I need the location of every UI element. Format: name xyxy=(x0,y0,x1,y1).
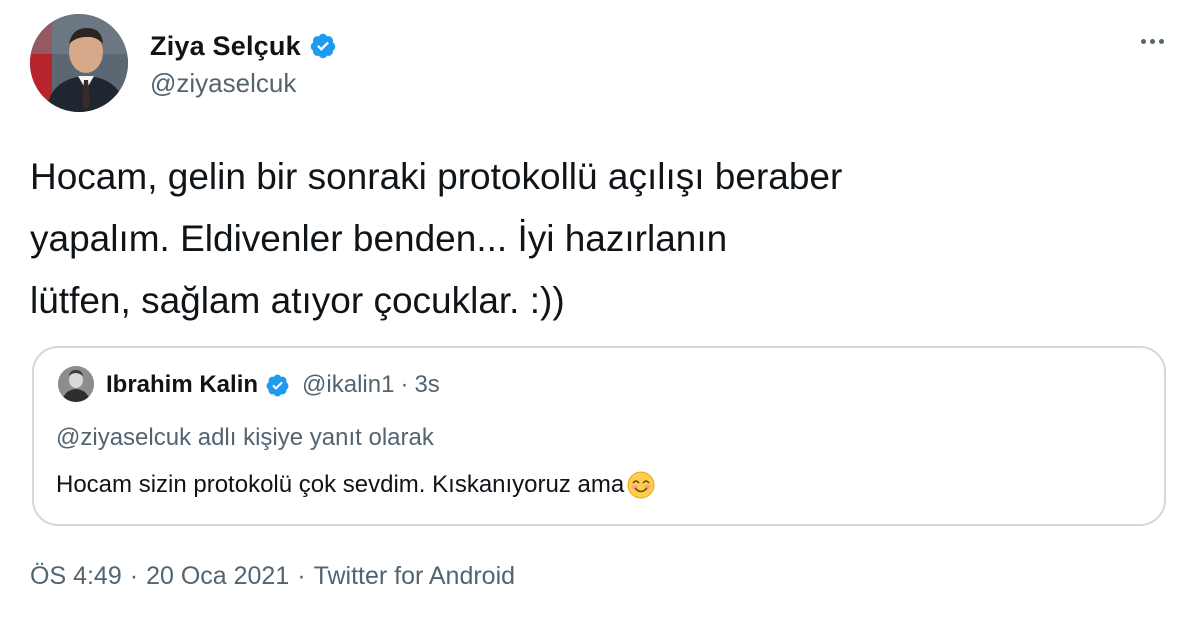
quoted-reply-context: @ziyaselcuk adlı kişiye yanıt olarak xyxy=(56,424,434,451)
meta-separator: · xyxy=(297,562,306,590)
smiling-face-emoji-icon xyxy=(626,470,656,500)
author-display-name[interactable]: Ziya Selçuk xyxy=(150,31,301,62)
tweet-card: Ziya Selçuk @ziyaselcuk Hocam, gelin bir… xyxy=(0,0,1200,621)
quoted-verified-badge-icon xyxy=(265,373,290,398)
author-name-row: Ziya Selçuk xyxy=(150,28,337,64)
tweet-date[interactable]: 20 Oca 2021 xyxy=(146,562,289,591)
quoted-timestamp: 3s xyxy=(414,371,440,398)
quoted-tweet[interactable]: Ibrahim Kalin @ikalin1 · 3s @ziyaselcuk … xyxy=(32,346,1166,526)
author-avatar[interactable] xyxy=(30,14,128,112)
quoted-author-avatar xyxy=(58,366,94,402)
quoted-text-row: Hocam sizin protokolü çok sevdim. Kıskan… xyxy=(56,470,656,500)
tweet-text-line: yapalım. Eldivenler benden... İyi hazırl… xyxy=(30,218,728,259)
tweet-text-line: lütfen, sağlam atıyor çocuklar. :)) xyxy=(30,280,565,321)
author-handle[interactable]: @ziyaselcuk xyxy=(150,68,296,99)
more-options-icon[interactable] xyxy=(1134,26,1170,56)
quoted-separator: · xyxy=(400,371,409,398)
quoted-header: Ibrahim Kalin @ikalin1 · 3s xyxy=(106,368,440,402)
tweet-meta: ÖS 4:49 · 20 Oca 2021 · Twitter for Andr… xyxy=(30,562,515,591)
avatar-photo-icon xyxy=(30,14,128,112)
quoted-display-name: Ibrahim Kalin xyxy=(106,371,259,398)
verified-badge-icon xyxy=(309,32,337,60)
tweet-text-line: Hocam, gelin bir sonraki protokollü açıl… xyxy=(30,156,843,197)
tweet-text: Hocam, gelin bir sonraki protokollü açıl… xyxy=(30,146,1130,332)
quoted-handle: @ikalin1 xyxy=(302,371,395,398)
quoted-text: Hocam sizin protokolü çok sevdim. Kıskan… xyxy=(56,471,625,498)
tweet-time[interactable]: ÖS 4:49 xyxy=(30,562,122,591)
meta-separator: · xyxy=(129,562,139,590)
quoted-avatar-photo-icon xyxy=(58,366,94,402)
tweet-source[interactable]: Twitter for Android xyxy=(314,562,515,591)
